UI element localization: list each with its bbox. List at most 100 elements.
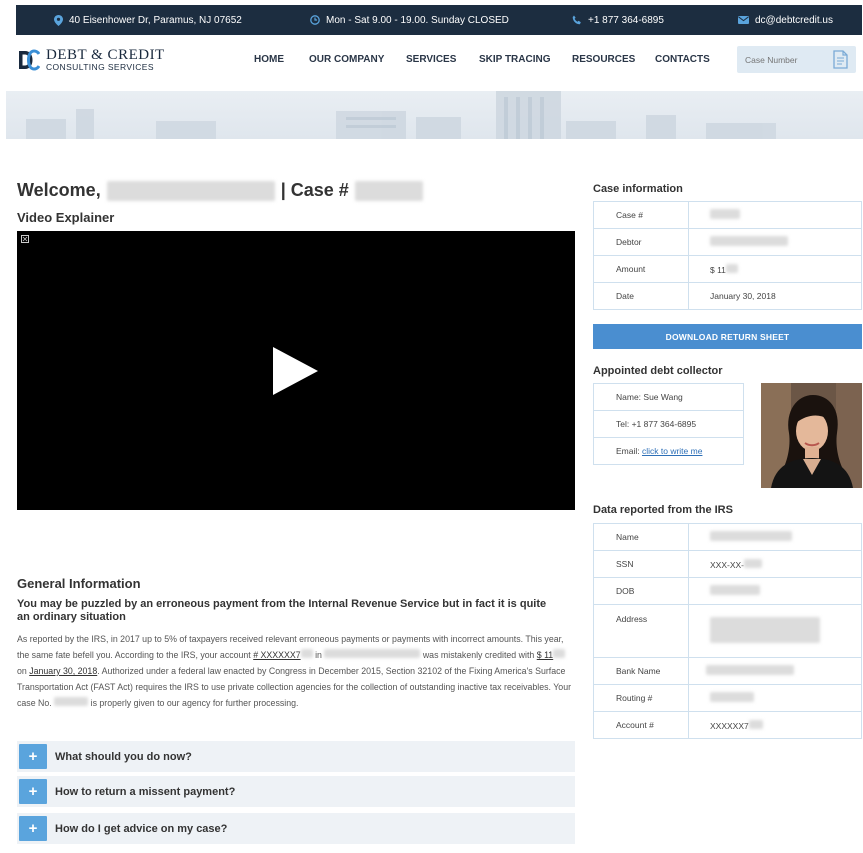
body-text: was mistakenly credited with (420, 650, 537, 660)
table-row: SSN XXX-XX- (593, 550, 862, 578)
table-row: Bank Name (593, 657, 862, 685)
plus-icon[interactable]: + (19, 744, 47, 769)
case-info-table: Case # Debtor Amount $ 11 Date January 30,… (593, 201, 862, 310)
table-row: Case # (593, 201, 862, 229)
main-nav: HOME OUR COMPANY SERVICES SKIP TRACING R… (0, 35, 863, 83)
email-item[interactable]: dc@debtcredit.us (738, 5, 833, 35)
accordion-item[interactable]: + How to return a missent payment? (17, 776, 575, 807)
row-value: XXX-XX- (688, 550, 862, 578)
plus-icon[interactable]: + (19, 816, 47, 841)
account-value: XXXXXX7 (710, 720, 749, 731)
table-row: Account # XXXXXX7 (593, 711, 862, 739)
table-row: Routing # (593, 684, 862, 712)
email-text[interactable]: dc@debtcredit.us (755, 15, 833, 26)
general-info-body: As reported by the IRS, in 2017 up to 5%… (17, 631, 577, 711)
site-header: DEBT & CREDIT CONSULTING SERVICES HOME O… (0, 35, 863, 91)
address-text: 40 Eisenhower Dr, Paramus, NJ 07652 (69, 14, 242, 26)
redacted-value (710, 585, 760, 595)
table-row: Name (593, 523, 862, 551)
collector-tel: Tel: +1 877 364-6895 (593, 410, 744, 438)
body-text: in (312, 650, 325, 660)
row-key: DOB (593, 577, 689, 605)
nav-skip-tracing[interactable]: SKIP TRACING (479, 54, 551, 65)
collector-email: Email: click to write me (593, 437, 744, 465)
redacted-value (710, 209, 740, 219)
redacted-text (553, 649, 566, 658)
irs-title: Data reported from the IRS (593, 504, 733, 516)
plus-icon[interactable]: + (19, 779, 47, 804)
row-value (688, 523, 862, 551)
nav-our-company[interactable]: OUR COMPANY (309, 54, 384, 65)
play-icon[interactable] (273, 347, 318, 395)
collector-avatar (761, 383, 862, 488)
nav-services[interactable]: SERVICES (406, 54, 456, 65)
video-title: Video Explainer (17, 210, 115, 225)
nav-contacts[interactable]: CONTACTS (655, 54, 710, 65)
general-info-subtitle: You may be puzzled by an erroneous payme… (17, 598, 547, 623)
credited-amount: $ 11 (536, 650, 554, 660)
skyline-image (26, 91, 776, 139)
redacted-value (710, 692, 754, 702)
table-row: Name: Sue Wang (593, 383, 744, 411)
table-row: Debtor (593, 228, 862, 256)
welcome-prefix: Welcome, (17, 180, 101, 200)
irs-table: Name SSN XXX-XX- DOB Address Bank Name Ro… (593, 523, 862, 739)
envelope-icon (738, 16, 749, 24)
table-row: Date January 30, 2018 (593, 282, 862, 310)
redacted-case-number (354, 180, 423, 201)
redacted-address (710, 617, 820, 643)
broken-image-icon (21, 235, 29, 243)
collector-table: Name: Sue Wang Tel: +1 877 364-6895 Emai… (593, 383, 744, 465)
account-number: # XXXXXX7 (253, 650, 301, 660)
document-search-icon[interactable] (833, 50, 849, 69)
table-row: Address (593, 604, 862, 658)
accordion-item[interactable]: + What should you do now? (17, 741, 575, 772)
row-value: $ 11 (688, 255, 862, 283)
welcome-heading: Welcome, | Case # (17, 180, 423, 201)
email-label: Email: (616, 446, 642, 456)
row-key: Account # (593, 711, 689, 739)
phone-icon (572, 15, 581, 25)
row-key: SSN (593, 550, 689, 578)
case-label: | Case # (280, 180, 349, 200)
address-item: 40 Eisenhower Dr, Paramus, NJ 07652 (54, 5, 242, 35)
write-me-link[interactable]: click to write me (642, 446, 702, 456)
redacted-text (300, 649, 313, 658)
phone-text[interactable]: +1 877 364-6895 (588, 15, 664, 26)
row-key: Bank Name (593, 657, 689, 685)
city-skyline-banner (6, 91, 863, 139)
phone-item[interactable]: +1 877 364-6895 (572, 5, 664, 35)
accordion-label[interactable]: How do I get advice on my case? (55, 823, 227, 835)
row-value (688, 228, 862, 256)
location-pin-icon (54, 14, 63, 26)
body-text: on (17, 666, 30, 676)
nav-home[interactable]: HOME (254, 54, 284, 65)
case-number-input[interactable] (745, 52, 825, 67)
case-number-search (737, 46, 856, 73)
redacted-value (710, 531, 792, 541)
hours-text: Mon - Sat 9.00 - 19.00. Sunday CLOSED (326, 14, 509, 26)
table-row: DOB (593, 577, 862, 605)
redacted-bank (324, 649, 421, 658)
accordion-item[interactable]: + How do I get advice on my case? (17, 813, 575, 844)
redacted-debtor-name (106, 180, 275, 201)
accordion-label[interactable]: How to return a missent payment? (55, 786, 235, 798)
download-return-sheet-button[interactable]: DOWNLOAD RETURN SHEET (593, 324, 862, 349)
nav-resources[interactable]: RESOURCES (572, 54, 635, 65)
row-key: Amount (593, 255, 689, 283)
case-info-title: Case information (593, 183, 683, 195)
accordion-label[interactable]: What should you do now? (55, 751, 192, 763)
redacted-value (744, 558, 763, 568)
credited-date: January 30, 2018 (29, 666, 98, 676)
clock-icon (310, 15, 320, 25)
row-value (688, 657, 862, 685)
ssn-value: XXX-XX- (710, 559, 745, 570)
row-value: January 30, 2018 (688, 282, 862, 310)
row-key: Debtor (593, 228, 689, 256)
row-value (688, 577, 862, 605)
body-text: is properly given to our agency for furt… (88, 698, 299, 708)
video-player[interactable] (17, 231, 575, 510)
general-info-title: General Information (17, 576, 141, 591)
amount-value: $ 11 (710, 264, 726, 275)
hours-item: Mon - Sat 9.00 - 19.00. Sunday CLOSED (310, 5, 509, 35)
